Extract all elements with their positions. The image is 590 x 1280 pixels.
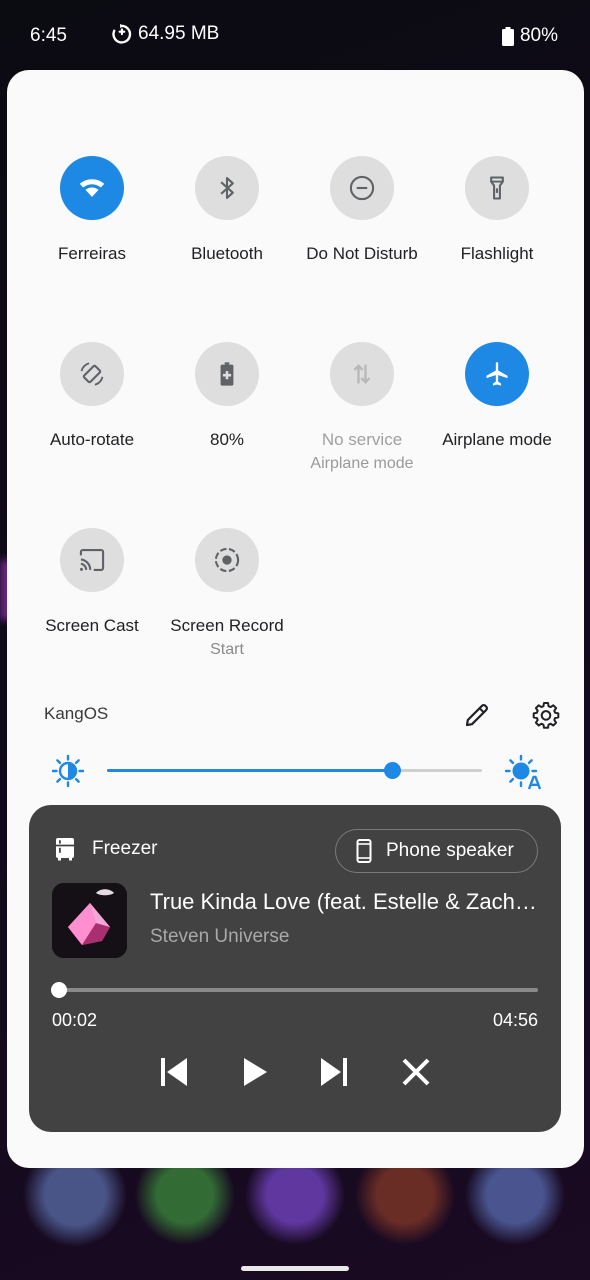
skip-next-icon <box>321 1058 347 1086</box>
do-not-disturb-icon <box>349 175 375 201</box>
tile-battery-saver[interactable]: 80% <box>152 342 302 452</box>
tile-flashlight-toggle[interactable] <box>465 156 529 220</box>
tile-auto-rotate-toggle[interactable] <box>60 342 124 406</box>
tile-auto-rotate[interactable]: Auto-rotate <box>17 342 167 452</box>
track-artist: Steven Universe <box>150 926 290 947</box>
tile-flashlight-label: Flashlight <box>460 244 534 263</box>
brightness-row <box>7 752 584 790</box>
media-app-name: Freezer <box>92 838 158 859</box>
data-usage-indicator: 64.95 MB <box>110 23 219 45</box>
tile-screen-record-toggle[interactable] <box>195 528 259 592</box>
tile-airplane-mode-toggle[interactable] <box>465 342 529 406</box>
freezer-app-icon <box>55 837 75 861</box>
media-controls <box>29 1050 561 1094</box>
tile-mobile-data[interactable]: No service Airplane mode <box>287 342 437 476</box>
data-usage-icon <box>112 23 132 44</box>
next-button[interactable] <box>313 1050 357 1094</box>
tile-battery-saver-label: 80% <box>209 430 245 449</box>
total-time: 04:56 <box>492 1010 538 1030</box>
edit-button[interactable] <box>462 700 492 730</box>
data-usage-value: 64.95 MB <box>138 23 220 44</box>
status-time: 6:45 <box>30 25 67 46</box>
seek-bar[interactable] <box>51 982 538 998</box>
album-art <box>52 883 127 958</box>
tile-screen-cast-label: Screen Cast <box>45 616 139 635</box>
tile-do-not-disturb-toggle[interactable] <box>330 156 394 220</box>
tile-flashlight[interactable]: Flashlight <box>422 156 572 266</box>
output-device-label: Phone speaker <box>386 840 514 861</box>
battery-icon <box>501 26 514 46</box>
tile-battery-saver-toggle[interactable] <box>195 342 259 406</box>
tile-screen-cast-toggle[interactable] <box>60 528 124 592</box>
navigation-handle[interactable] <box>241 1266 349 1271</box>
play-icon <box>244 1058 267 1086</box>
tile-bluetooth-toggle[interactable] <box>195 156 259 220</box>
bluetooth-icon <box>220 177 234 199</box>
brightness-low-icon <box>51 754 85 788</box>
tile-mobile-data-sublabel: Airplane mode <box>310 455 414 472</box>
tile-airplane-mode-label: Airplane mode <box>442 430 552 449</box>
quick-settings-footer: KangOS <box>7 700 584 730</box>
tile-wifi[interactable]: Ferreiras <box>17 156 167 266</box>
output-device-button[interactable]: Phone speaker <box>335 829 538 873</box>
pencil-icon <box>465 703 489 727</box>
brightness-slider-fill <box>107 769 392 772</box>
auto-brightness-button[interactable] <box>504 754 542 792</box>
status-bar: 6:45 64.95 MB 80% <box>0 0 590 70</box>
tile-wifi-label: Ferreiras <box>57 244 126 263</box>
tile-screen-record[interactable]: Screen Record Start <box>152 528 302 662</box>
auto-brightness-icon <box>504 754 542 790</box>
quick-settings-panel: Ferreiras Bluetooth Do Not Disturb Flash… <box>7 70 584 1168</box>
mobile-data-icon <box>353 364 371 384</box>
tile-screen-record-sublabel: Start <box>210 641 244 658</box>
settings-button[interactable] <box>531 700 561 730</box>
close-icon <box>402 1058 430 1086</box>
previous-button[interactable] <box>151 1050 195 1094</box>
tile-screen-cast[interactable]: Screen Cast <box>17 528 167 638</box>
seek-bar-thumb[interactable] <box>51 982 68 998</box>
tile-auto-rotate-label: Auto-rotate <box>49 430 135 449</box>
tile-bluetooth[interactable]: Bluetooth <box>152 156 302 266</box>
dismiss-media-button[interactable] <box>394 1050 438 1094</box>
wifi-icon <box>79 179 105 197</box>
track-title: True Kinda Love (feat. Estelle & Zach Ca… <box>150 889 542 914</box>
play-button[interactable] <box>232 1050 276 1094</box>
tile-do-not-disturb-label: Do Not Disturb <box>306 244 418 263</box>
tile-do-not-disturb[interactable]: Do Not Disturb <box>287 156 437 266</box>
tile-mobile-data-label: No service <box>321 430 403 449</box>
skip-previous-icon <box>161 1058 187 1086</box>
tile-airplane-mode[interactable]: Airplane mode <box>422 342 572 452</box>
brightness-slider[interactable] <box>107 762 482 779</box>
tile-screen-record-label: Screen Record <box>170 616 284 635</box>
cast-icon <box>79 549 105 571</box>
battery-saver-icon <box>220 362 234 386</box>
tile-mobile-data-toggle[interactable] <box>330 342 394 406</box>
airplane-icon <box>486 362 508 386</box>
battery-percent: 80% <box>519 25 558 46</box>
flashlight-icon <box>490 176 504 200</box>
gear-icon <box>532 702 560 729</box>
tile-wifi-toggle[interactable] <box>60 156 124 220</box>
auto-rotate-icon <box>80 362 104 386</box>
elapsed-time: 00:02 <box>52 1010 98 1030</box>
screen-record-icon <box>214 547 240 573</box>
brightness-slider-thumb[interactable] <box>384 762 401 779</box>
tile-bluetooth-label: Bluetooth <box>191 244 263 263</box>
phone-icon <box>356 839 372 863</box>
battery-indicator: 80% <box>501 25 558 47</box>
media-player-card[interactable]: Freezer Phone speaker True Kinda Love (f… <box>29 805 561 1132</box>
build-label: KangOS <box>44 704 109 723</box>
